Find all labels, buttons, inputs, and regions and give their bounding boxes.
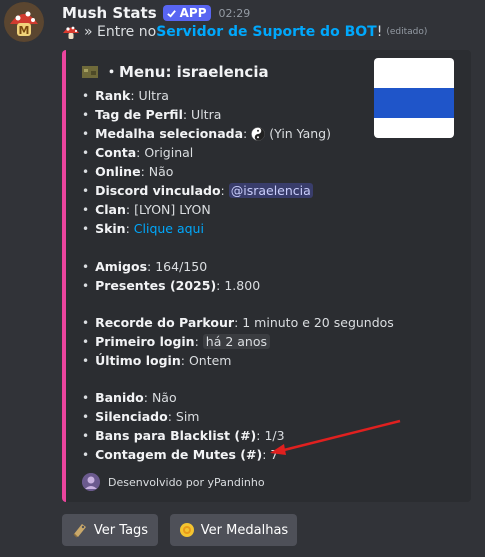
checkmark-icon [166,9,176,18]
field-last-login: • Último login: Ontem [82,353,232,368]
field-skin: • Skin: Clique aqui [82,221,204,236]
field-muted: • Silenciado: Sim [82,409,200,424]
app-badge: APP [162,5,211,21]
view-medals-button[interactable]: Ver Medalhas [170,514,297,546]
view-tags-button[interactable]: Ver Tags [62,514,158,546]
field-rank: • Rank: Ultra [82,88,169,103]
medal-icon [179,523,194,537]
field-banned: • Banido: Não [82,390,177,405]
message-content: » Entre no Servidor de Suporte do BOT ! … [62,24,427,40]
bot-username[interactable]: Mush Stats [62,4,157,22]
developer-avatar [82,473,100,491]
field-friends: • Amigos: 164/150 [82,259,208,274]
field-first-login: • Primeiro login: há 2 anos [82,334,271,349]
message-timestamp: 02:29 [218,6,251,20]
field-online: • Online: Não [82,164,174,179]
mushroom-icon [63,26,79,39]
profile-embed: ・Menu: israelencia • Rank: Ultra • Tag de … [62,50,471,502]
field-selected-medal: • Medalha selecionada: (Yin Yang) [82,126,331,141]
view-tags-label: Ver Tags [93,522,149,538]
embed-thumbnail[interactable] [374,58,454,138]
user-mention[interactable]: @israelencia [228,183,313,198]
app-badge-label: APP [179,6,207,20]
skin-icon [82,65,98,78]
field-mute-count: • Contagem de Mutes (#): 7 [82,447,279,462]
bot-avatar[interactable]: M [4,2,44,42]
field-parkour-record: • Recorde do Parkour: 1 minuto e 20 segun… [82,315,394,330]
field-profile-tag: • Tag de Perfil: Ultra [82,107,222,122]
yin-yang-icon [251,126,265,141]
field-gifts: • Presentes (2025): 1.800 [82,278,261,293]
svg-text:M: M [19,24,30,37]
skin-link[interactable]: Clique aqui [134,221,204,236]
embed-footer: Desenvolvido por yPandinho [82,473,265,491]
field-clan: • Clan: [LYON] LYON [82,202,211,217]
embed-title: ・Menu: israelencia [82,61,269,82]
relative-timestamp[interactable]: há 2 anos [202,334,271,349]
tag-icon [73,524,86,538]
support-server-link[interactable]: Servidor de Suporte do BOT [156,24,377,40]
footer-text: Desenvolvido por yPandinho [108,475,265,489]
message-suffix: ! [376,24,383,40]
field-account: • Conta: Original [82,145,194,160]
view-medals-label: Ver Medalhas [200,522,289,538]
message-header: Mush Stats APP 02:29 [62,4,250,22]
message-prefix: » Entre no [84,24,157,40]
embed-title-text: ・Menu: israelencia [104,63,269,81]
field-linked-discord: • Discord vinculado: @israelencia [82,183,313,198]
field-blacklist-bans: • Bans para Blacklist (#): 1/3 [82,428,285,443]
edited-label: (editado) [386,27,428,37]
